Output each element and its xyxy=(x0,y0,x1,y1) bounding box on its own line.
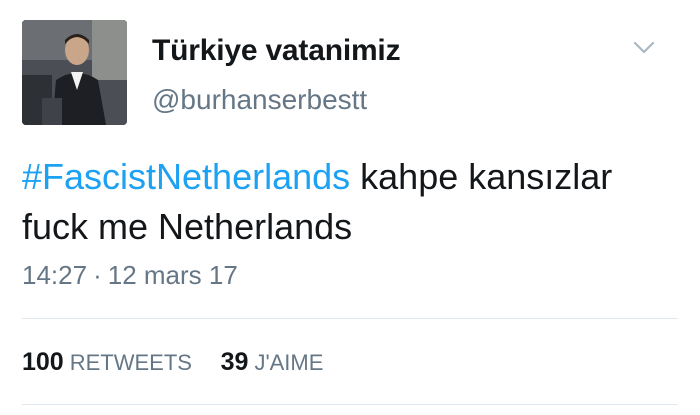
timestamp-separator: · xyxy=(93,260,102,290)
tweet-text: #FascistNetherlands kahpe kansızlar fuck… xyxy=(22,152,682,252)
tweet-time: 14:27 xyxy=(22,260,88,290)
retweets-stat[interactable]: 100 RETWEETS xyxy=(22,348,192,377)
tweet-timestamp[interactable]: 14:27 · 12 mars 17 xyxy=(22,260,238,291)
author-handle[interactable]: @burhanserbestt xyxy=(152,84,367,116)
retweets-label: RETWEETS xyxy=(69,350,192,375)
divider xyxy=(22,318,678,319)
tweet-stats: 100 RETWEETS 39 J'AIME xyxy=(22,348,323,377)
retweets-count: 100 xyxy=(22,348,64,376)
likes-label: J'AIME xyxy=(254,350,324,375)
profile-photo xyxy=(22,20,127,125)
avatar[interactable] xyxy=(22,20,127,125)
author-display-name[interactable]: Türkiye vatanimiz xyxy=(152,34,401,68)
tweet-text-line2: fuck me Netherlands xyxy=(22,206,353,247)
chevron-down-icon[interactable] xyxy=(626,36,662,60)
likes-stat[interactable]: 39 J'AIME xyxy=(221,348,324,377)
tweet-date: 12 mars 17 xyxy=(107,260,238,290)
divider xyxy=(22,404,678,405)
likes-count: 39 xyxy=(220,348,249,376)
hashtag-link[interactable]: #FascistNetherlands xyxy=(22,156,350,197)
tweet-text-line1: kahpe kansızlar xyxy=(350,156,613,197)
